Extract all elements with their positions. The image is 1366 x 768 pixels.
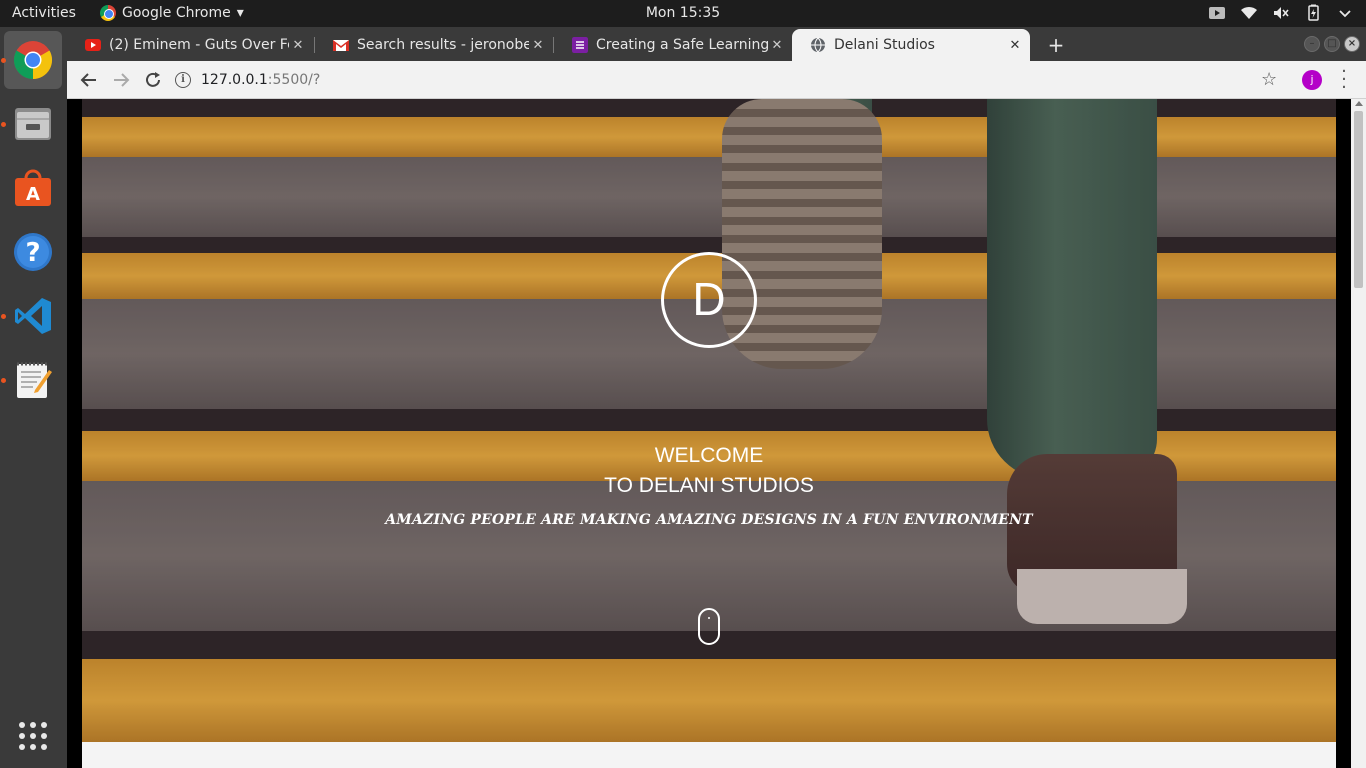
tab-youtube[interactable]: (2) Eminem - Guts Over Fe ✕: [67, 29, 313, 61]
running-indicator: [1, 378, 6, 383]
svg-text:?: ?: [25, 238, 40, 268]
welcome-line-1: WELCOME: [654, 444, 764, 467]
forward-button[interactable]: [110, 69, 132, 91]
info-icon[interactable]: i: [175, 72, 191, 88]
running-indicator: [1, 314, 6, 319]
chrome-icon: [100, 5, 116, 21]
tab-title: Search results - jeronober: [357, 37, 529, 53]
svg-text:A: A: [26, 184, 40, 205]
profile-avatar[interactable]: j: [1302, 70, 1322, 90]
welcome-line-2: TO DELANI STUDIOS: [604, 474, 814, 497]
tab-gmail[interactable]: Search results - jeronober ✕: [315, 29, 553, 61]
moringa-icon: [572, 37, 588, 53]
running-indicator: [1, 58, 6, 63]
hero-overlay: [82, 99, 1336, 742]
chevron-down-icon[interactable]: [1336, 4, 1354, 22]
dock-files[interactable]: [4, 95, 62, 153]
scrollbar-thumb[interactable]: [1354, 111, 1363, 288]
clock[interactable]: Mon 15:35: [646, 5, 720, 21]
reload-icon: [146, 72, 160, 87]
tab-title: (2) Eminem - Guts Over Fe: [109, 37, 289, 53]
files-icon: [15, 108, 51, 140]
running-indicator: [1, 122, 6, 127]
address-bar[interactable]: i 127.0.0.1:5500/?: [175, 66, 1275, 94]
close-icon[interactable]: ✕: [1006, 38, 1024, 53]
dock-text-editor[interactable]: [4, 351, 62, 409]
system-tray[interactable]: [1208, 4, 1354, 22]
chevron-down-icon: ▾: [236, 5, 244, 21]
text-editor-icon: [17, 362, 52, 398]
more-menu-icon[interactable]: · · ·: [1339, 63, 1349, 97]
page-viewport: D WELCOME TO DELANI STUDIOS AMAZING PEOP…: [67, 99, 1366, 768]
chrome-icon: [13, 41, 53, 80]
youtube-icon: [85, 39, 101, 51]
dock-vscode[interactable]: [4, 287, 62, 345]
tab-strip: (2) Eminem - Guts Over Fe ✕ Search resul…: [67, 27, 1366, 61]
help-icon: ?: [14, 233, 52, 271]
app-grid-icon: [19, 722, 47, 750]
arrow-left-icon: [80, 73, 96, 87]
next-section: [82, 742, 1336, 768]
tab-title: Creating a Safe Learning E: [596, 37, 768, 53]
url-path: :5500/?: [267, 72, 321, 88]
logo: D: [661, 252, 757, 348]
bookmark-star-icon[interactable]: ☆: [1261, 69, 1277, 90]
volume-muted-icon[interactable]: [1272, 4, 1290, 22]
show-applications-button[interactable]: [4, 707, 62, 765]
browser-window: (2) Eminem - Guts Over Fe ✕ Search resul…: [67, 27, 1366, 768]
media-icon[interactable]: [1208, 4, 1226, 22]
app-menu[interactable]: Google Chrome ▾: [100, 5, 244, 21]
page-scrollbar[interactable]: [1351, 99, 1366, 768]
back-button[interactable]: [78, 69, 100, 91]
tab-moringa[interactable]: Creating a Safe Learning E ✕: [554, 29, 792, 61]
reload-button[interactable]: [142, 69, 164, 91]
wifi-icon[interactable]: [1240, 4, 1258, 22]
dock-chrome[interactable]: [4, 31, 62, 89]
scroll-up-arrow-icon[interactable]: [1355, 101, 1363, 106]
minimize-button[interactable]: –: [1304, 36, 1320, 52]
tab-delani-studios[interactable]: Delani Studios ✕: [792, 29, 1030, 61]
dock: A ?: [0, 27, 67, 768]
globe-icon: [811, 37, 825, 53]
scroll-down-mouse-icon[interactable]: [698, 608, 720, 645]
activities-button[interactable]: Activities: [12, 5, 76, 21]
arrow-right-icon: [114, 73, 130, 87]
close-icon[interactable]: ✕: [768, 38, 786, 53]
app-menu-label: Google Chrome: [122, 5, 231, 21]
system-top-bar: Activities Google Chrome ▾ Mon 15:35: [0, 0, 1366, 27]
gmail-icon: [333, 40, 349, 51]
maximize-button[interactable]: □: [1324, 36, 1340, 52]
url-host: 127.0.0.1: [201, 72, 268, 88]
vscode-icon: [15, 298, 51, 334]
software-center-icon: A: [15, 169, 51, 206]
tagline: AMAZING PEOPLE ARE MAKING AMAZING DESIGN…: [385, 512, 1033, 528]
hero-section: D WELCOME TO DELANI STUDIOS AMAZING PEOP…: [82, 99, 1336, 742]
new-tab-button[interactable]: +: [1045, 33, 1067, 57]
tab-title: Delani Studios: [834, 37, 935, 53]
browser-toolbar: i 127.0.0.1:5500/? ☆ j · · ·: [67, 61, 1366, 99]
window-close-button[interactable]: ×: [1344, 36, 1360, 52]
close-icon[interactable]: ✕: [289, 38, 307, 53]
dock-help[interactable]: ?: [4, 223, 62, 281]
welcome-heading: WELCOME TO DELANI STUDIOS: [82, 441, 1336, 501]
battery-icon[interactable]: [1304, 4, 1322, 22]
close-icon[interactable]: ✕: [529, 38, 547, 53]
dock-software[interactable]: A: [4, 159, 62, 217]
